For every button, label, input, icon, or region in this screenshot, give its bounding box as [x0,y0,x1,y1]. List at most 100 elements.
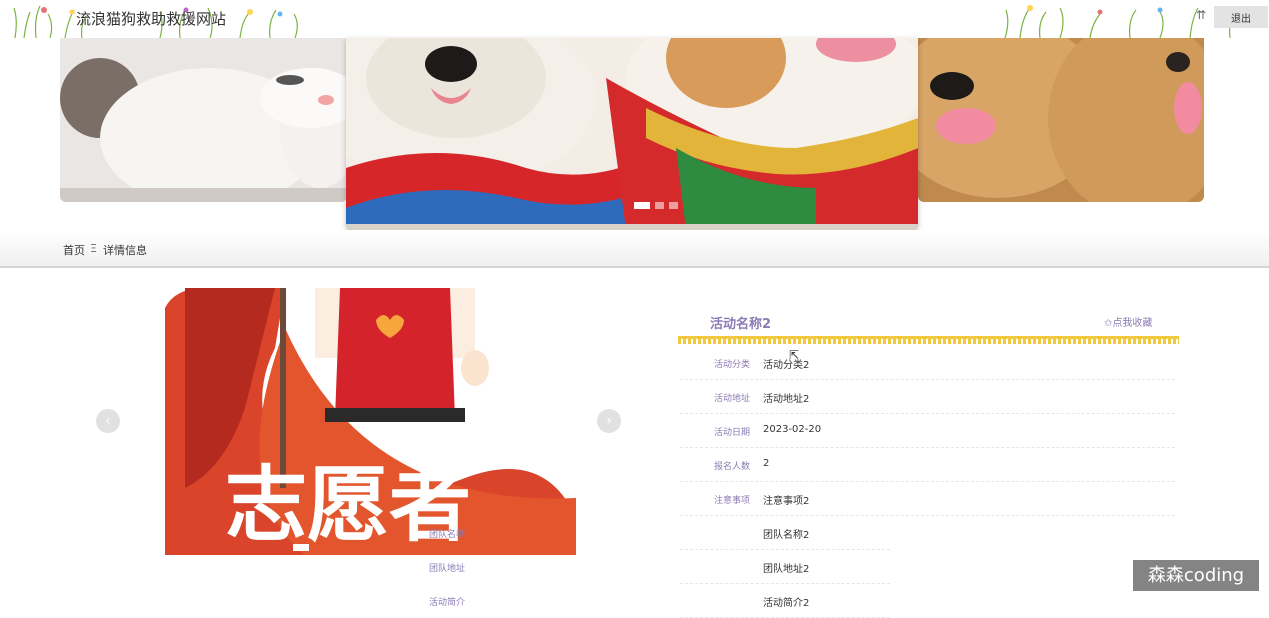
breadcrumb-separator-icon: Ξ [90,242,97,255]
fringe-tooth [868,338,871,344]
chevron-right-icon: › [606,413,612,429]
fringe-tooth [993,338,996,344]
fringe-tooth [1073,338,1076,344]
fringe-divider [678,336,1179,344]
banner-slide-golden[interactable] [918,38,1204,202]
fringe-tooth [743,338,746,344]
fringe-tooth [928,338,931,344]
fringe-tooth [988,338,991,344]
fringe-tooth [683,338,686,344]
banner-slide-kitten[interactable] [60,38,347,202]
fringe-tooth [918,338,921,344]
fringe-tooth [1138,338,1141,344]
fringe-tooth [1083,338,1086,344]
site-title: 流浪猫狗救助救援网站 [76,10,227,28]
detail-row: 团队地址 团队地址2 [429,550,890,584]
field-value: 活动地址2 [763,394,810,405]
field-value: 团队地址2 [763,564,810,575]
user-icon[interactable]: ⇈ [1196,8,1206,22]
fringe-tooth [788,338,791,344]
fringe-tooth [1178,338,1179,344]
breadcrumb-home-link[interactable]: 首页 [63,242,85,258]
field-label: 活动分类 [713,360,750,370]
fringe-tooth [1143,338,1146,344]
fringe-tooth [1003,338,1006,344]
fringe-tooth [858,338,861,344]
top-header: 流浪猫狗救助救援网站 ⇈ 退出 [0,0,1269,38]
fringe-tooth [738,338,741,344]
carousel-dot[interactable] [669,202,678,209]
logout-button[interactable]: 退出 [1214,6,1268,28]
fringe-tooth [798,338,801,344]
field-value: 活动简介2 [763,598,810,609]
fringe-tooth [893,338,896,344]
detail-row: 活动日期 2023-02-20 [680,414,1175,448]
detail-fields: 活动分类 活动分类2 活动地址 活动地址2 活动日期 2023-02-20 报名… [429,346,1175,618]
field-label: 注意事项 [713,496,750,506]
field-label: 活动地址 [713,394,750,404]
fringe-tooth [733,338,736,344]
fringe-tooth [1048,338,1051,344]
fringe-tooth [1063,338,1066,344]
mouse-cursor-icon: ⇱ [789,348,800,362]
fringe-tooth [1088,338,1091,344]
detail-image: 志愿者 [165,288,576,555]
fringe-tooth [1068,338,1071,344]
activity-title: 活动名称2 [710,317,772,332]
fringe-tooth [843,338,846,344]
gallery-dot[interactable] [293,544,309,551]
field-value: 2023-02-20 [763,424,822,435]
fringe-tooth [1173,338,1176,344]
fringe-tooth [693,338,696,344]
detail-row: 报名人数 2 [680,448,1175,482]
fringe-tooth [678,338,681,344]
fringe-tooth [1053,338,1056,344]
fringe-tooth [793,338,796,344]
fringe-tooth [1093,338,1096,344]
fringe-tooth [1058,338,1061,344]
fringe-tooth [903,338,906,344]
fringe-tooth [983,338,986,344]
carousel-dot[interactable] [655,202,664,209]
fringe-tooth [1128,338,1131,344]
fringe-tooth [998,338,1001,344]
detail-row: 活动简介 活动简介2 [429,584,890,618]
fringe-tooth [1043,338,1046,344]
fringe-tooth [768,338,771,344]
fringe-tooth [708,338,711,344]
fringe-tooth [723,338,726,344]
carousel-dot[interactable] [634,202,650,209]
fringe-tooth [938,338,941,344]
fringe-tooth [863,338,866,344]
fringe-tooth [758,338,761,344]
detail-row: 活动分类 活动分类2 [680,346,1175,380]
fringe-tooth [953,338,956,344]
fringe-tooth [1038,338,1041,344]
fringe-tooth [1023,338,1026,344]
fringe-tooth [1033,338,1036,344]
detail-row: 活动地址 活动地址2 [680,380,1175,414]
fringe-tooth [828,338,831,344]
fringe-tooth [1013,338,1016,344]
fringe-tooth [1163,338,1166,344]
favorite-link[interactable]: ✩点我收藏 [1104,314,1152,329]
banner-slide-dogs[interactable] [346,38,918,230]
fringe-tooth [873,338,876,344]
fringe-tooth [823,338,826,344]
field-label: 团队地址 [428,564,465,574]
breadcrumb-current: 详情信息 [103,244,147,257]
fringe-tooth [898,338,901,344]
fringe-tooth [778,338,781,344]
fringe-tooth [753,338,756,344]
detail-row: 团队名称 团队名称2 [429,516,890,550]
gallery-prev-button[interactable]: ‹ [96,409,120,433]
fringe-tooth [1133,338,1136,344]
fringe-tooth [763,338,766,344]
fringe-tooth [1018,338,1021,344]
fringe-tooth [748,338,751,344]
gallery-next-button[interactable]: › [597,409,621,433]
fringe-tooth [848,338,851,344]
field-value: 活动分类2 [763,360,810,371]
fringe-tooth [853,338,856,344]
fringe-tooth [1168,338,1171,344]
